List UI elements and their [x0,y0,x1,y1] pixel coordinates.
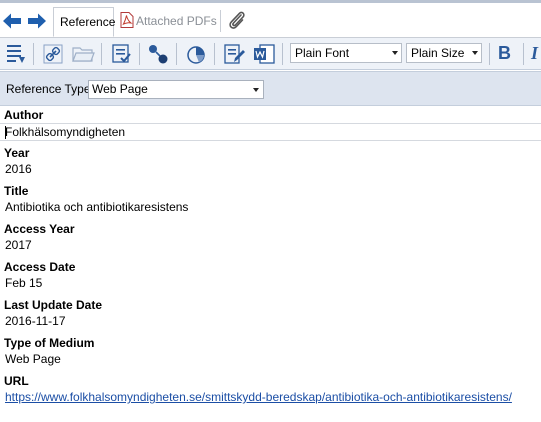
reference-type-value: Web Page [92,82,148,96]
text-cursor [5,126,6,139]
field-value-access-date[interactable]: Feb 15 [0,275,541,293]
toolbar-divider [282,43,283,65]
insert-reference-icon[interactable] [4,42,28,66]
field-value-author-text: Folkhälsomyndigheten [5,125,126,139]
tab-attached-pdfs-label: Attached PDFs [136,14,217,28]
tab-attached-pdfs[interactable]: Attached PDFs [116,7,218,37]
tab-reference[interactable]: Reference [53,7,116,37]
field-label-author: Author [4,108,44,122]
font-select[interactable]: Plain Font [290,43,402,63]
chevron-down-icon [472,51,478,55]
toolbar-divider [101,43,102,65]
toolbar-divider [523,43,524,65]
tab-reference-label: Reference [60,15,116,29]
field-value-author[interactable]: Folkhälsomyndigheten [0,123,541,141]
field-label-type-of-medium: Type of Medium [4,336,95,350]
link-icon[interactable] [41,42,65,66]
chevron-down-icon [392,51,398,55]
font-select-value: Plain Font [295,46,350,60]
pdf-icon [120,12,134,29]
italic-button[interactable]: I [531,43,538,63]
field-label-url: URL [4,374,29,388]
field-value-type-of-medium[interactable]: Web Page [0,351,541,369]
open-folder-icon[interactable] [71,42,95,66]
edit-list-icon[interactable] [109,42,133,66]
reference-type-label: Reference Type: [6,82,94,96]
field-label-year: Year [4,146,30,160]
toolbar-divider [489,43,490,65]
toolbar-divider [176,43,177,65]
toolbar-divider [214,43,215,65]
bold-button[interactable]: B [498,43,511,63]
field-value-access-year[interactable]: 2017 [0,237,541,255]
field-label-access-date: Access Date [4,260,76,274]
field-value-year[interactable]: 2016 [0,161,541,179]
size-select-value: Plain Size [411,46,465,60]
edit-document-icon[interactable] [222,42,246,66]
toolbar-divider [33,43,34,65]
chevron-down-icon [253,88,259,92]
pie-chart-icon[interactable] [184,42,208,66]
connect-icon[interactable] [146,42,170,66]
field-label-title: Title [4,184,29,198]
toolbar-divider [139,43,140,65]
field-value-last-update-date[interactable]: 2016-11-17 [0,313,541,331]
arrow-left-icon[interactable] [2,12,22,30]
reference-tab-bar: Reference Attached PDFs [0,0,541,38]
paperclip-icon[interactable] [226,9,248,33]
field-value-url[interactable]: https://www.folkhalsomyndigheten.se/smit… [0,389,541,407]
reference-type-row: Reference Type: Web Page [0,71,541,106]
size-select[interactable]: Plain Size [406,43,482,63]
arrow-right-icon[interactable] [27,12,47,30]
field-value-title[interactable]: Antibiotika och antibiotikaresistens [0,199,541,217]
reference-type-select[interactable]: Web Page [88,80,264,99]
word-document-icon[interactable] [252,42,276,66]
formatting-toolbar: Plain Font Plain Size B I [0,38,541,70]
field-label-access-year: Access Year [4,222,75,236]
field-label-last-update-date: Last Update Date [4,298,103,312]
tab-divider [220,10,221,32]
